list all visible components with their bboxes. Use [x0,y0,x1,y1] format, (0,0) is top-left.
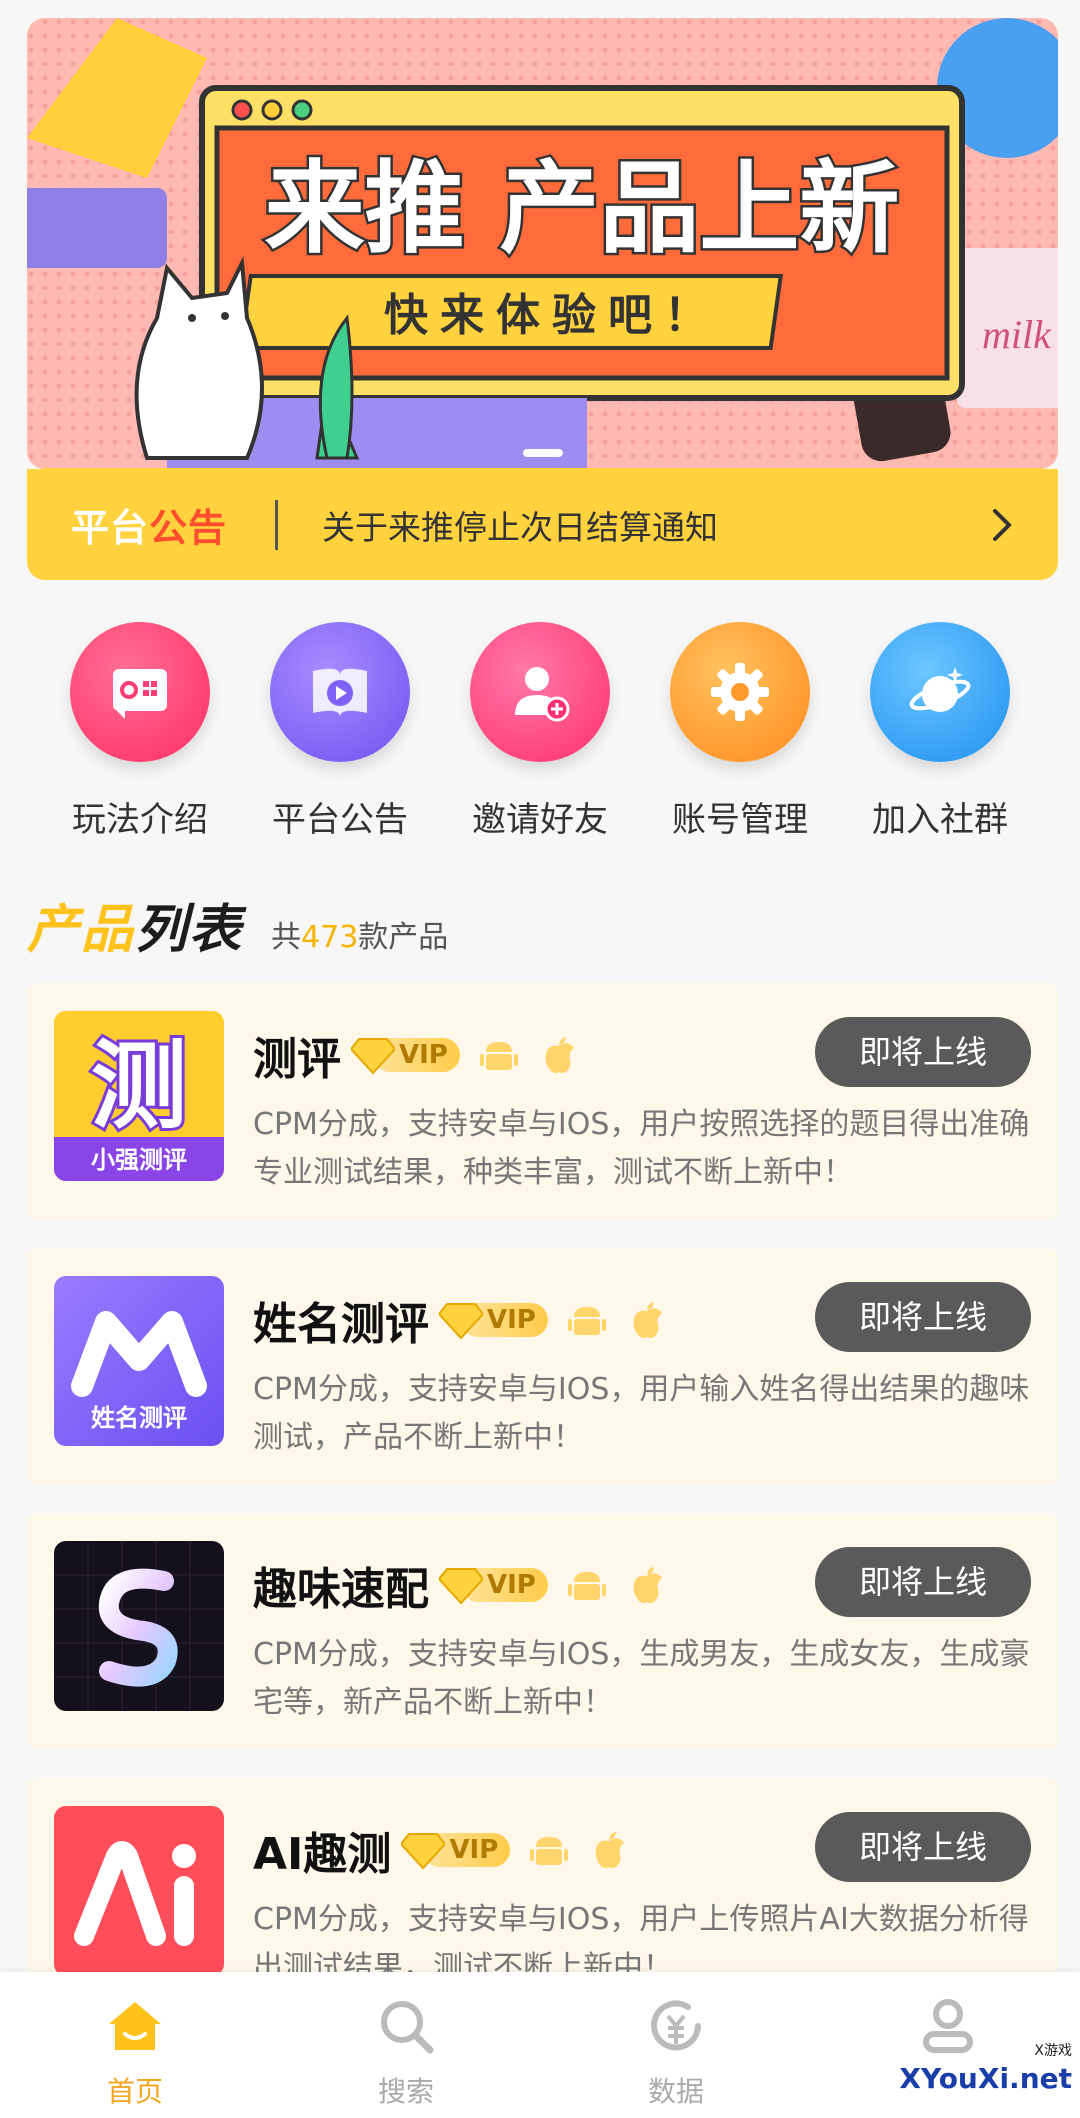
tab-search[interactable]: 搜索 [336,1994,476,2110]
banner-subline: 快来体验吧！ [384,290,720,341]
menu-label: 玩法介绍 [72,800,208,840]
product-title-row: 趣味速配 VIP [253,1553,668,1617]
apple-icon [633,1302,662,1338]
menu-label: 账号管理 [672,800,808,840]
product-list-title: 产品列表 [27,887,243,962]
coming-soon-button[interactable]: 即将上线 [815,1547,1031,1617]
notice-tag: 平台公告 [71,497,227,552]
invite-user-icon [470,622,610,762]
apple-icon [633,1567,662,1603]
product-count: 共473款产品 [271,912,448,956]
menu-item-invite[interactable]: 邀请好友 [450,622,630,841]
android-icon [479,1042,518,1070]
platform-notice-bar[interactable]: 平台公告 关于来推停止次日结算通知 [27,469,1058,580]
vip-badge: VIP [439,1563,548,1607]
search-icon [381,2001,434,2054]
count-number: 473 [301,920,359,955]
tab-home[interactable]: 首页 [65,1994,205,2110]
product-name: 姓名测评 [253,1299,429,1350]
milk-text: milk [982,312,1052,357]
count-prefix: 共 [271,920,302,955]
home-icon [109,2002,161,2050]
logo-sub: 小强测评 [91,1146,187,1174]
menu-item-guide[interactable]: 玩法介绍 [50,622,230,841]
banner-illustration: milk 来推 产品上新 快来体验吧！ [27,18,1058,468]
watermark-main: XYouXi.net [899,2062,1072,2095]
notice-text[interactable]: 关于来推停止次日结算通知 [322,501,982,549]
tab-label: 搜索 [377,2075,434,2108]
video-book-icon [270,622,410,762]
tab-data[interactable]: 数据 [606,1994,746,2110]
android-icon [567,1307,606,1335]
title-part2: 列表 [135,900,244,960]
banner-headline: 来推 产品上新 [265,150,900,267]
product-title-row: 姓名测评 VIP [253,1288,668,1352]
notice-divider [275,499,279,550]
product-logo [54,1541,224,1711]
product-desc: CPM分成，支持安卓与IOS，用户输入姓名得出结果的趣味测试，产品不断上新中！ [253,1372,1030,1455]
watermark-sub: X游戏 [1034,2043,1072,2059]
menu-item-announcement[interactable]: 平台公告 [250,622,430,841]
product-logo: 测 小强测评 [54,1011,224,1181]
diamond-icon [439,1303,483,1340]
menu-label: 加入社群 [872,800,1008,840]
logo-char: 测 [91,1030,187,1142]
product-desc: CPM分成，支持安卓与IOS，用户按照选择的题目得出准确专业测试结果，种类丰富，… [253,1107,1030,1190]
product-title-row: 测评 VIP [253,1023,580,1087]
diamond-icon [401,1833,446,1870]
product-title-row: AI趣测 VIP [253,1818,630,1882]
diamond-icon [351,1038,395,1075]
promo-banner[interactable]: milk 来推 产品上新 快来体验吧！ [27,18,1058,469]
notice-tag-part2: 公告 [149,506,228,550]
chevron-right-icon[interactable] [982,505,1022,545]
watermark-logo: X游戏 XYouXi.net [892,2040,1072,2110]
vip-badge: VIP [351,1033,460,1077]
apple-icon [595,1832,625,1868]
diamond-icon [439,1568,483,1605]
android-icon [567,1572,606,1600]
logo-sub: 姓名测评 [91,1404,187,1432]
apple-icon [545,1037,574,1073]
guide-icon [70,622,210,762]
banner-pagination [27,442,1058,461]
product-card[interactable]: 趣味速配 VIP CPM分成，支持安卓与IOS，生成男友，生成女友，生成豪宅等，… [27,1513,1058,1749]
notice-tag-part1: 平台 [71,506,150,550]
vip-badge: VIP [439,1298,548,1342]
product-desc: CPM分成，支持安卓与IOS，生成男友，生成女友，生成豪宅等，新产品不断上新中！ [253,1637,1030,1720]
planet-icon [870,622,1010,762]
tab-label: 首页 [106,2075,163,2108]
product-card[interactable]: 测 小强测评 测评 VIP CPM分成，支持安卓与IOS，用户按照选择的题目得出… [27,983,1058,1219]
title-part1: 产品 [27,900,136,960]
product-logo: 姓名测评 [54,1276,224,1446]
coming-soon-button[interactable]: 即将上线 [815,1282,1031,1352]
quick-menu: 玩法介绍 平台公告 邀请好友 账号管理 加入社群 [0,622,1080,852]
tab-label: 数据 [647,2075,704,2108]
product-name: 测评 [253,1034,341,1085]
gear-icon [670,622,810,762]
product-logo [54,1806,224,1976]
product-list-header: 产品列表 共473款产品 [27,892,448,962]
product-name: 趣味速配 [253,1564,429,1615]
menu-label: 平台公告 [272,800,408,840]
product-name: AI趣测 [253,1829,392,1880]
banner-dot-active [522,449,563,457]
menu-item-account[interactable]: 账号管理 [650,622,830,841]
coming-soon-button[interactable]: 即将上线 [815,1017,1031,1087]
count-suffix: 款产品 [358,920,449,955]
product-card[interactable]: 姓名测评 姓名测评 VIP CPM分成，支持安卓与IOS，用户输入姓名得出结果的… [27,1248,1058,1484]
yuan-data-icon [651,2000,701,2051]
android-icon [530,1837,569,1865]
menu-item-community[interactable]: 加入社群 [850,622,1030,841]
menu-label: 邀请好友 [472,800,608,840]
coming-soon-button[interactable]: 即将上线 [815,1812,1031,1882]
vip-badge: VIP [401,1828,511,1872]
